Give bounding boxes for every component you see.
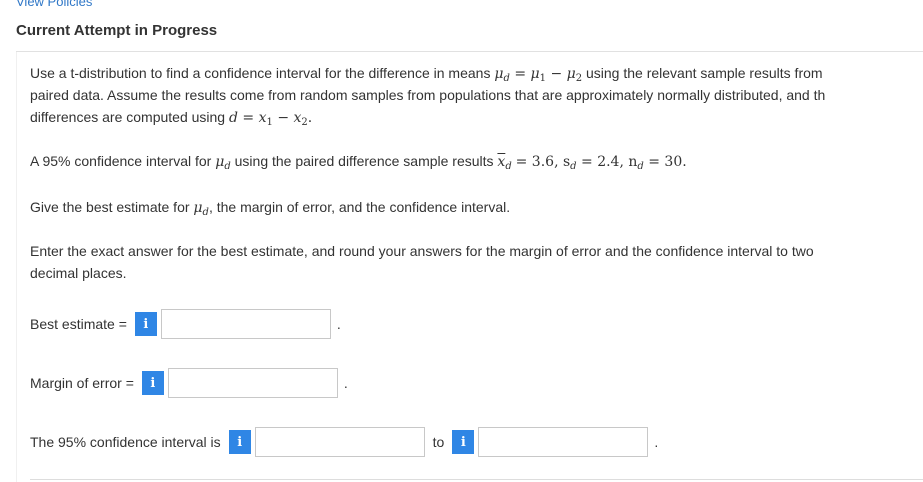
info-icon[interactable]: i	[134, 312, 157, 336]
best-estimate-label: Best estimate =	[30, 316, 127, 332]
formula-mud: μd = μ1 − μ2	[494, 66, 583, 84]
instructions-line-1: Enter the exact answer for the best esti…	[30, 243, 814, 259]
give-statement: Give the best estimate for μd, the margi…	[30, 199, 511, 218]
period: .	[654, 434, 659, 450]
page-title: Current Attempt in Progress	[16, 22, 218, 39]
period: .	[343, 375, 348, 391]
view-policies-link[interactable]: View Policies	[16, 0, 92, 9]
ci-statement: A 95% confidence interval for μd using t…	[30, 153, 687, 172]
divider	[30, 479, 923, 480]
margin-of-error-label: Margin of error =	[30, 375, 134, 391]
margin-row: Margin of error = i .	[30, 368, 348, 398]
info-icon[interactable]: i	[141, 371, 164, 395]
question-intro-line-3: differences are computed using d = x1 − …	[30, 109, 313, 128]
best-estimate-row: Best estimate = i .	[30, 309, 341, 339]
interval-upper-input[interactable]	[478, 427, 649, 457]
question-intro-line-2: paired data. Assume the results come fro…	[30, 87, 826, 103]
instructions-line-2: decimal places.	[30, 265, 127, 281]
formula-d: d = x1 − x2.	[228, 110, 313, 128]
interval-lower-input[interactable]	[254, 427, 425, 457]
info-icon[interactable]: i	[228, 430, 251, 454]
period: .	[336, 316, 341, 332]
margin-of-error-input[interactable]	[167, 368, 338, 398]
interval-row: The 95% confidence interval is i to i .	[30, 427, 658, 457]
best-estimate-input[interactable]	[160, 309, 331, 339]
interval-label: The 95% confidence interval is	[30, 434, 221, 450]
to-label: to	[432, 434, 445, 450]
info-icon[interactable]: i	[452, 430, 475, 454]
